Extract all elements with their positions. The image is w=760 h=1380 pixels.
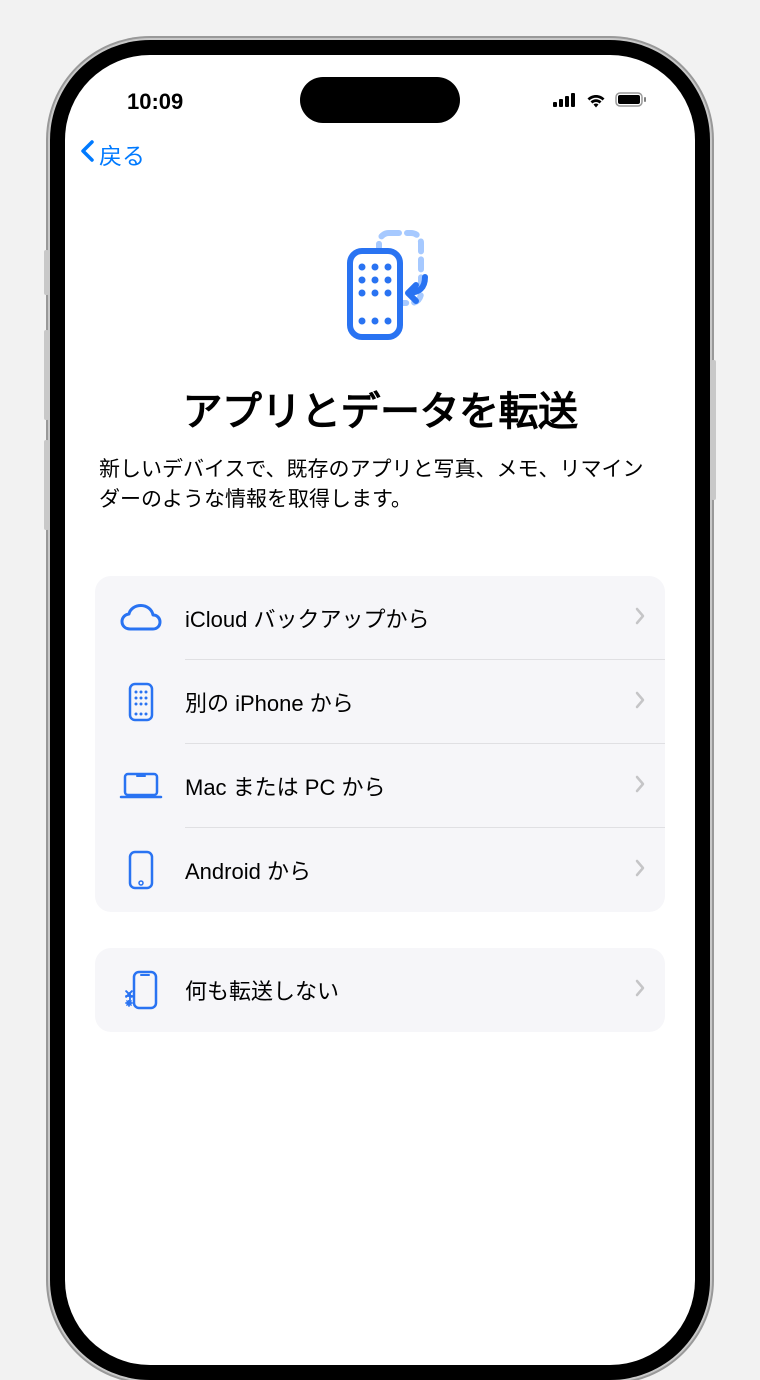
phone-sparkle-icon <box>117 970 165 1010</box>
side-button <box>44 440 49 530</box>
side-button <box>711 360 716 500</box>
status-time: 10:09 <box>127 89 183 115</box>
chevron-left-icon <box>79 137 95 171</box>
phone-screen: 10:09 戻る <box>65 55 695 1365</box>
dynamic-island <box>300 77 460 123</box>
wifi-icon <box>585 92 607 113</box>
battery-icon <box>615 92 647 112</box>
chevron-right-icon <box>635 689 645 715</box>
chevron-right-icon <box>635 977 645 1003</box>
back-label: 戻る <box>99 137 145 171</box>
chevron-right-icon <box>635 605 645 631</box>
cloud-icon <box>117 598 165 638</box>
laptop-icon <box>117 766 165 806</box>
cellular-icon <box>553 93 577 112</box>
side-button <box>44 330 49 420</box>
phone-outline-icon <box>117 850 165 890</box>
option-android[interactable]: Android から <box>95 828 665 912</box>
options-group-secondary: 何も転送しない <box>95 948 665 1032</box>
side-button <box>44 250 49 295</box>
option-label: 何も転送しない <box>185 974 635 1006</box>
option-label: 別の iPhone から <box>185 686 635 718</box>
page-subtitle: 新しいデバイスで、既存のアプリと写真、メモ、リマインダーのような情報を取得します… <box>95 455 665 516</box>
content: アプリとデータを転送 新しいデバイスで、既存のアプリと写真、メモ、リマインダーの… <box>65 179 695 1032</box>
back-button[interactable]: 戻る <box>79 137 145 171</box>
options-group-primary: iCloud バックアップから 別の iPhone から <box>95 576 665 912</box>
transfer-icon <box>320 229 440 349</box>
chevron-right-icon <box>635 773 645 799</box>
option-label: iCloud バックアップから <box>185 602 635 634</box>
option-icloud-backup[interactable]: iCloud バックアップから <box>95 576 665 660</box>
nav-bar: 戻る <box>65 121 695 179</box>
option-label: Mac または PC から <box>185 770 635 802</box>
phone-grid-icon <box>117 682 165 722</box>
option-mac-pc[interactable]: Mac または PC から <box>95 744 665 828</box>
phone-frame: 10:09 戻る <box>50 40 710 1380</box>
chevron-right-icon <box>635 857 645 883</box>
page-title: アプリとデータを転送 <box>95 379 665 437</box>
option-another-iphone[interactable]: 別の iPhone から <box>95 660 665 744</box>
option-dont-transfer[interactable]: 何も転送しない <box>95 948 665 1032</box>
option-label: Android から <box>185 854 635 886</box>
status-indicators <box>553 92 647 113</box>
